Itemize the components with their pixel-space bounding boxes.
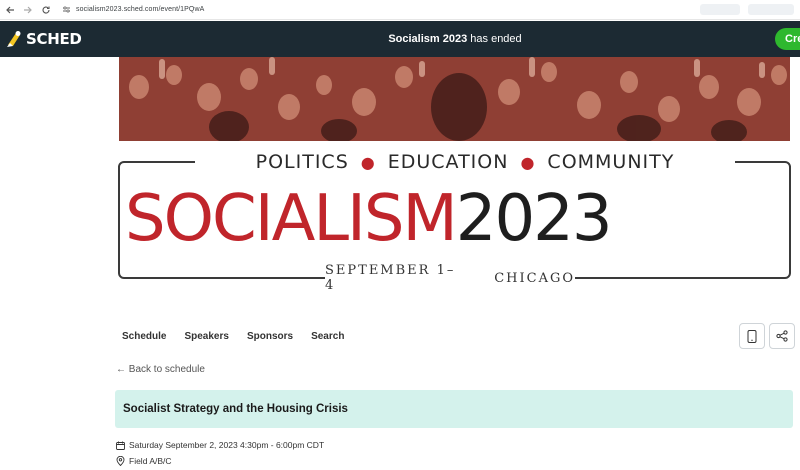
banner-date-range: SEPTEMBER 1–4 <box>325 263 456 293</box>
session-title: Socialist Strategy and the Housing Crisi… <box>123 403 348 415</box>
back-arrow-icon[interactable] <box>2 2 18 18</box>
bullet-dot: ● <box>520 152 536 172</box>
event-status: has ended <box>470 33 522 45</box>
event-status-banner: Socialism 2023 has ended <box>0 33 800 45</box>
forward-arrow-icon[interactable] <box>20 2 36 18</box>
banner-dates: SEPTEMBER 1–4 CHICAGO <box>325 263 575 293</box>
session-location[interactable]: Field A/B/C <box>129 456 172 466</box>
sched-header: SCHED Socialism 2023 has ended Cre <box>0 21 800 57</box>
back-to-schedule-link[interactable]: ← Back to schedule <box>116 364 205 375</box>
nav-sponsors[interactable]: Sponsors <box>238 328 302 345</box>
nav-search[interactable]: Search <box>302 328 353 345</box>
share-icon <box>776 330 788 342</box>
event-banner: POLITICS ● EDUCATION ● COMMUNITY SOCIALI… <box>115 57 800 300</box>
mobile-app-button[interactable] <box>739 323 765 349</box>
address-bar[interactable]: socialism2023.sched.com/event/1PQwA <box>60 3 204 17</box>
session-datetime: Saturday September 2, 2023 4:30pm - 6:00… <box>129 440 325 450</box>
banner-title-socialism: SOCIALISM <box>125 182 458 256</box>
url-text: socialism2023.sched.com/event/1PQwA <box>76 6 205 13</box>
tagline-politics: POLITICS <box>255 151 349 173</box>
banner-city: CHICAGO <box>494 270 575 286</box>
bullet-dot: ● <box>360 152 376 172</box>
browser-toolbar: socialism2023.sched.com/event/1PQwA <box>0 0 800 20</box>
share-button[interactable] <box>769 323 795 349</box>
tagline-education: EDUCATION <box>387 151 509 173</box>
session-title-box: Socialist Strategy and the Housing Crisi… <box>115 390 793 428</box>
tagline-community: COMMUNITY <box>547 151 675 173</box>
blurred-extension <box>700 4 740 15</box>
event-nav: Schedule Speakers Sponsors Search <box>113 328 353 345</box>
banner-title: SOCIALISM2023 <box>125 177 785 261</box>
nav-schedule[interactable]: Schedule <box>113 328 175 345</box>
session-location-row: Field A/B/C <box>116 456 172 466</box>
reload-icon[interactable] <box>38 2 54 18</box>
create-button[interactable]: Cre <box>775 28 800 50</box>
location-pin-icon <box>116 456 125 466</box>
site-info-icon[interactable] <box>60 4 72 16</box>
event-name: Socialism 2023 <box>388 33 468 45</box>
crowd-photo <box>119 57 790 141</box>
nav-speakers[interactable]: Speakers <box>175 328 237 345</box>
blurred-extension <box>748 4 794 15</box>
mobile-phone-icon <box>747 329 757 343</box>
banner-title-year: 2023 <box>455 182 613 256</box>
calendar-icon <box>116 441 125 450</box>
banner-tagline: POLITICS ● EDUCATION ● COMMUNITY <box>195 151 735 173</box>
session-datetime-row: Saturday September 2, 2023 4:30pm - 6:00… <box>116 440 324 450</box>
